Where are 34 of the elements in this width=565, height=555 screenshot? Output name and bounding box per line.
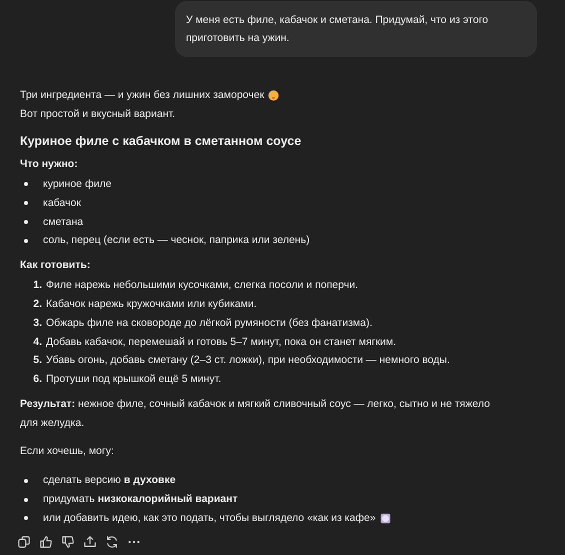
user-message: У меня есть филе, кабачок и сметана. Придумай, что из этого приготовить на ужин. (175, 1, 537, 57)
step-text: Кабачок нарежь кружочками или кубиками. (46, 296, 257, 312)
plate-icon (380, 512, 391, 524)
step-number: 1. (32, 278, 42, 294)
thumbs-up-icon[interactable] (38, 534, 54, 550)
result-text: Результат: нежное филе, сочный кабачок и мягкий сливочный соус — легко, сытно и не тяжело для желудка. (20, 396, 491, 431)
step-number: 5. (32, 353, 42, 368)
response-text: Вот простой и вкусный вариант. (20, 106, 176, 122)
step-text: Протуши под крышкой ещё 5 минут. (46, 372, 222, 388)
list-item: сделать версию в духовке (43, 473, 176, 488)
list-item: придумать низкокалорийный вариант (43, 492, 238, 508)
refresh-icon[interactable] (104, 534, 120, 550)
step-number: 3. (32, 316, 42, 331)
response-text: Если хочешь, могу: (20, 444, 114, 459)
response-text: Три ингредиента — и ужин без лишних заморочек (20, 88, 264, 103)
step-text: Обжарь филе на сковороде до лёгкой румяности (без фанатизма). (46, 316, 372, 331)
step-number: 2. (32, 296, 42, 312)
emoji-icon (268, 90, 280, 101)
share-icon[interactable] (82, 534, 98, 550)
list-item: или добавить идею, как это подать, чтобы выглядело «как из кафе» (43, 511, 376, 526)
list-item: соль, перец (если есть — чеснок, паприка или зелень) (43, 233, 310, 248)
thumbs-down-icon[interactable] (60, 534, 76, 550)
list-item: куриное филе (43, 177, 112, 192)
step-text: Убавь огонь, добавь сметану (2–3 ст. ложки), при необходимости — немного воды. (46, 353, 450, 368)
copy-icon[interactable] (16, 534, 32, 550)
recipe-title: Куриное филе с кабачком в сметанном соусе (20, 134, 302, 148)
step-number: 6. (32, 372, 42, 388)
list-item: сметана (43, 214, 84, 230)
list-item: кабачок (43, 196, 81, 211)
step-number: 4. (32, 334, 42, 350)
section-label: Как готовить: (20, 258, 92, 274)
step-text: Добавь кабачок, перемешай и готовь 5–7 минут, пока он станет мягким. (46, 334, 396, 350)
step-text: Филе нарежь небольшими кусочками, слегка посоли и поперчи. (46, 278, 358, 294)
section-label: Что нужно: (20, 157, 79, 172)
